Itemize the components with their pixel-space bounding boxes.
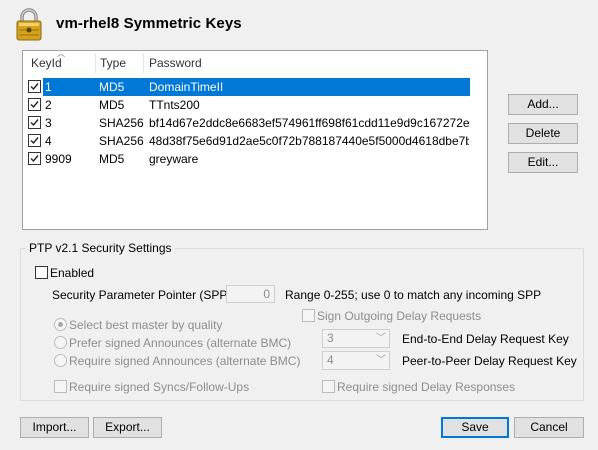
radio-dot-icon — [58, 322, 63, 327]
enabled-checkbox[interactable] — [35, 266, 48, 279]
column-header-keyid[interactable]: KeyId — [31, 51, 62, 73]
chevron-down-icon: ﹀ — [376, 333, 386, 344]
type-cell: SHA256 — [99, 134, 144, 148]
password-cell: TTnts200 — [149, 98, 200, 112]
table-row[interactable]: 1 MD5 DomainTimeII — [23, 78, 471, 96]
cancel-button[interactable]: Cancel — [514, 417, 584, 438]
delete-button[interactable]: Delete — [508, 123, 578, 144]
checkmark-icon — [30, 101, 39, 109]
p2p-key-label: Peer-to-Peer Delay Request Key — [402, 354, 577, 368]
table-row[interactable]: 4 SHA256 48d38f75e6d91d2ae5c0f72b7881874… — [23, 132, 471, 150]
keys-list[interactable]: ︿ KeyId Type Password 1 MD5 DomainTimeII… — [22, 49, 488, 230]
save-button[interactable]: Save — [441, 417, 509, 438]
row-checkbox[interactable] — [28, 98, 41, 111]
radio-select-best-master[interactable] — [54, 318, 67, 331]
require-syncs-label: Require signed Syncs/Follow-Ups — [69, 380, 250, 394]
radio-label: Select best master by quality — [69, 318, 223, 332]
type-cell: SHA256 — [99, 116, 144, 130]
keyid-cell: 4 — [45, 134, 52, 148]
keyid-cell: 3 — [45, 116, 52, 130]
import-button[interactable]: Import... — [20, 417, 89, 438]
keyid-cell: 1 — [45, 80, 52, 94]
p2p-key-select[interactable]: 4 ﹀ — [322, 351, 390, 370]
require-delay-label: Require signed Delay Responses — [337, 380, 516, 394]
checkmark-icon — [30, 155, 39, 163]
column-divider[interactable] — [95, 53, 96, 73]
e2e-key-label: End-to-End Delay Request Key — [402, 332, 569, 346]
table-row[interactable]: 9909 MD5 greyware — [23, 150, 471, 168]
radio-prefer-signed[interactable] — [54, 336, 67, 349]
require-delay-checkbox[interactable] — [322, 380, 335, 393]
spp-input[interactable]: 0 — [226, 285, 275, 303]
group-title: PTP v2.1 Security Settings — [26, 241, 175, 255]
row-checkbox[interactable] — [28, 116, 41, 129]
radio-label: Prefer signed Announces (alternate BMC) — [69, 336, 292, 350]
checkmark-icon — [30, 119, 39, 127]
password-cell: bf14d67e2ddc8e6683ef574961ff698f61cdd11e… — [149, 116, 469, 130]
row-checkbox[interactable] — [28, 134, 41, 147]
window-title: vm-rhel8 Symmetric Keys — [56, 15, 242, 32]
row-checkbox[interactable] — [28, 152, 41, 165]
table-row[interactable]: 2 MD5 TTnts200 — [23, 96, 471, 114]
add-button[interactable]: Add... — [508, 94, 578, 115]
column-divider[interactable] — [143, 53, 144, 73]
require-syncs-checkbox[interactable] — [54, 380, 67, 393]
enabled-label: Enabled — [50, 266, 95, 280]
spp-hint: Range 0-255; use 0 to match any incoming… — [285, 288, 542, 302]
e2e-key-value: 3 — [327, 331, 334, 345]
p2p-key-value: 4 — [327, 353, 334, 367]
type-cell: MD5 — [99, 152, 125, 166]
password-cell: 48d38f75e6d91d2ae5c0f72b788187440e5f5000… — [149, 134, 469, 148]
radio-label: Require signed Announces (alternate BMC) — [69, 354, 301, 368]
keyid-cell: 9909 — [45, 152, 72, 166]
password-cell: DomainTimeII — [149, 80, 224, 94]
column-header-type[interactable]: Type — [100, 51, 126, 73]
checkmark-icon — [30, 83, 39, 91]
edit-button[interactable]: Edit... — [508, 152, 578, 173]
column-header-password[interactable]: Password — [149, 51, 202, 73]
table-row[interactable]: 3 SHA256 bf14d67e2ddc8e6683ef574961ff698… — [23, 114, 471, 132]
spp-label: Security Parameter Pointer (SPP): — [52, 288, 235, 302]
checkmark-icon — [30, 137, 39, 145]
e2e-key-select[interactable]: 3 ﹀ — [322, 329, 390, 348]
sign-outgoing-label: Sign Outgoing Delay Requests — [317, 309, 482, 323]
type-cell: MD5 — [99, 98, 125, 112]
keyid-cell: 2 — [45, 98, 52, 112]
password-cell: greyware — [149, 152, 199, 166]
chevron-down-icon: ﹀ — [376, 355, 386, 366]
row-checkbox[interactable] — [28, 80, 41, 93]
sign-outgoing-checkbox[interactable] — [302, 309, 315, 322]
export-button[interactable]: Export... — [93, 417, 162, 438]
lock-icon — [14, 7, 44, 41]
type-cell: MD5 — [99, 80, 125, 94]
radio-require-signed[interactable] — [54, 354, 67, 367]
